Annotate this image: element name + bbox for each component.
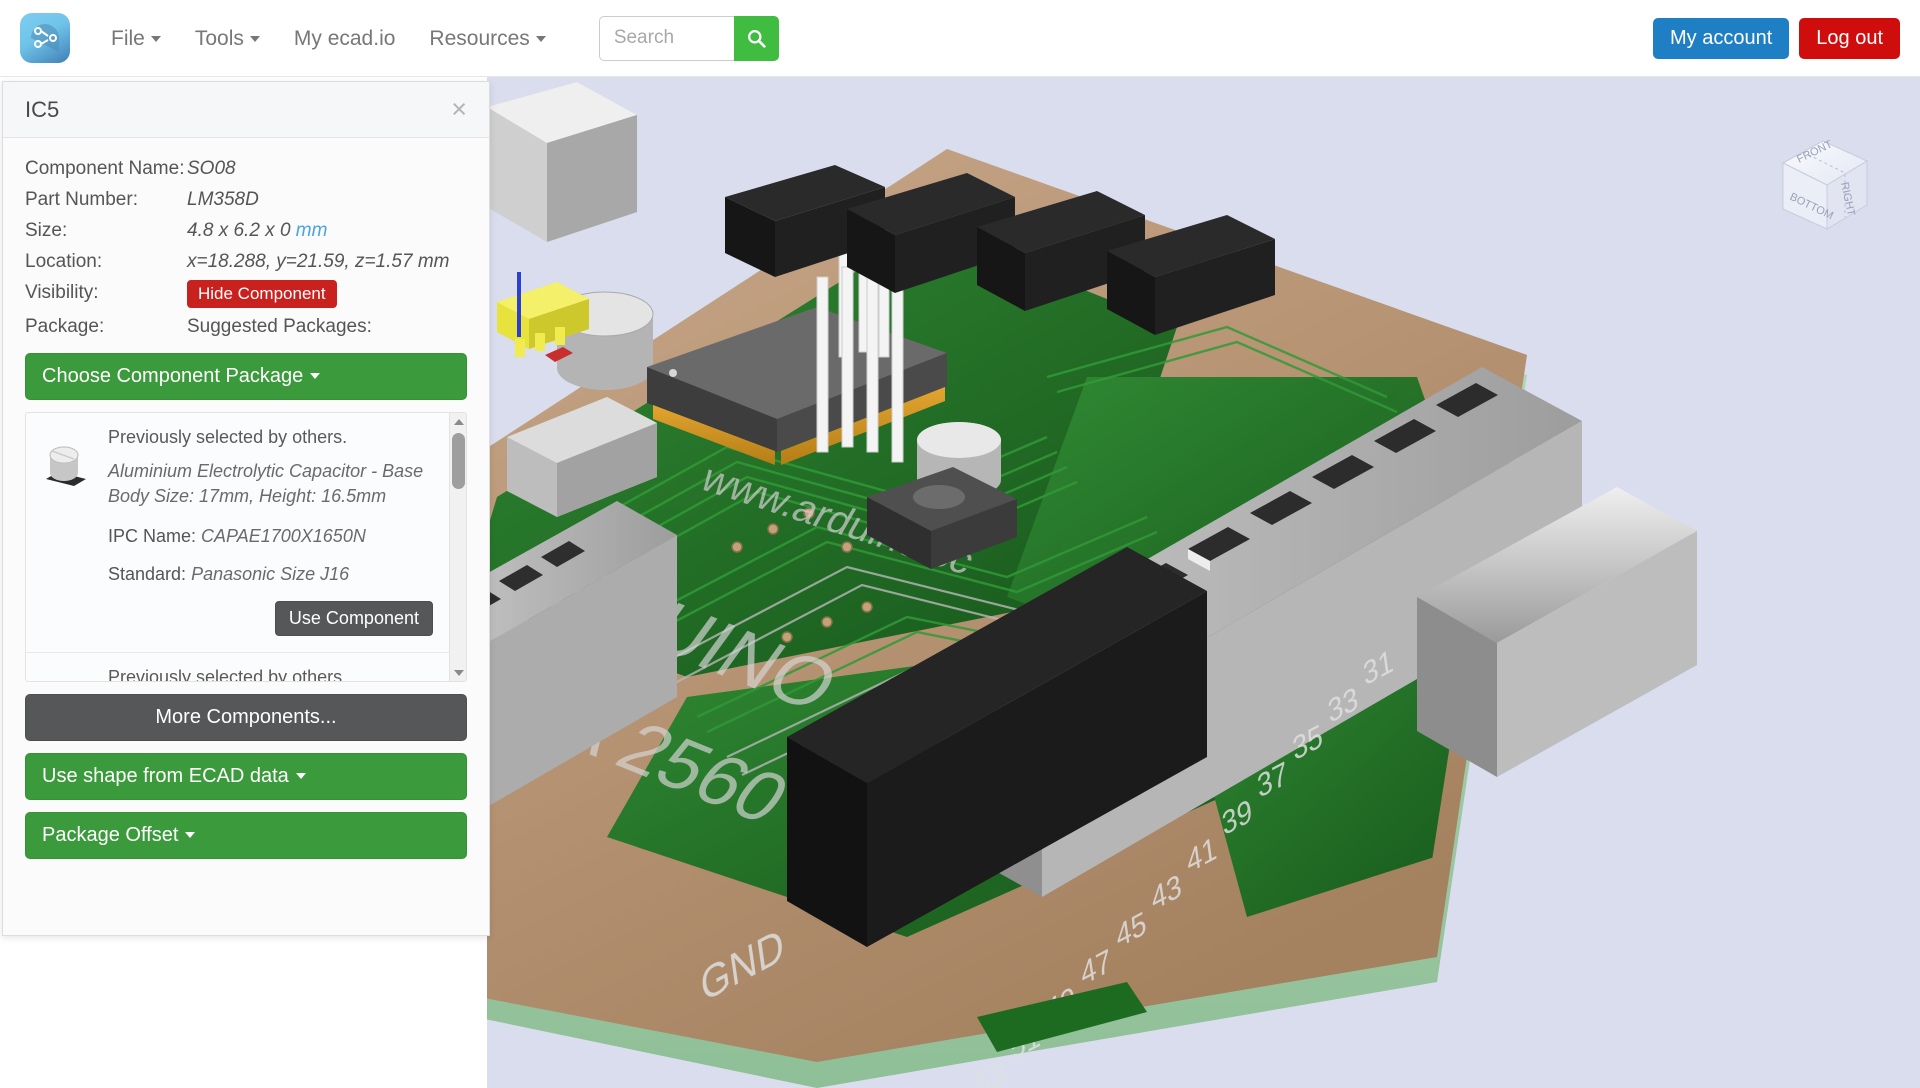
list-item[interactable]: Previously selected by others. Quad Flat… [26, 653, 449, 681]
ipc-name-label: IPC Name: [108, 526, 197, 546]
nav-item-my-ecad-io[interactable]: My ecad.io [277, 0, 413, 77]
electrolytic-capacitor-icon [42, 427, 98, 636]
previously-selected-text: Previously selected by others. [108, 667, 348, 681]
chevron-down-icon [249, 35, 260, 42]
size-value: 4.8 x 6.2 x 0 mm [187, 218, 467, 243]
qfn-package-icon [42, 667, 98, 681]
location-value: x=18.288, y=21.59, z=1.57 mm [187, 251, 450, 272]
search-input[interactable] [598, 15, 734, 61]
close-icon[interactable]: × [451, 96, 467, 123]
suggestion-content: Previously selected by others. Quad Flat… [98, 667, 433, 681]
package-offset-label: Package Offset [42, 824, 179, 846]
scrollbar-thumb[interactable] [452, 433, 465, 489]
component-details-panel: IC5 × Component Name: SO08 Part Number: … [2, 81, 490, 936]
chevron-down-icon [295, 773, 306, 779]
nav-item-file-label: File [111, 26, 145, 50]
top-navbar: File Tools My ecad.io Resources My accou… [0, 0, 1920, 77]
panel-title: IC5 [25, 96, 60, 122]
size-unit-link[interactable]: mm [296, 220, 328, 241]
use-shape-from-ecad-label: Use shape from ECAD data [42, 765, 289, 787]
primary-nav: File Tools My ecad.io Resources [94, 0, 563, 77]
log-out-button[interactable]: Log out [1799, 17, 1900, 59]
ipc-name-value: CAPAE1700X1650N [201, 526, 366, 546]
navbar-actions: My account Log out [1653, 17, 1900, 59]
scroll-down-icon[interactable] [450, 664, 466, 681]
package-label: Package: [25, 316, 105, 337]
component-name-value: SO08 [187, 158, 236, 179]
my-account-button[interactable]: My account [1653, 17, 1790, 59]
3d-viewport[interactable]: ARDUINO MEGA 2560 www.arduino.cc [487, 77, 1920, 1088]
search-form [598, 15, 779, 61]
suggested-packages-list[interactable]: Previously selected by others. Aluminium… [25, 412, 467, 682]
nav-item-tools[interactable]: Tools [178, 0, 277, 77]
list-item[interactable]: Previously selected by others. Aluminium… [26, 413, 449, 653]
package-description: Aluminium Electrolytic Capacitor - Base … [108, 461, 424, 506]
nav-item-tools-label: Tools [194, 26, 244, 50]
scroll-up-icon[interactable] [450, 413, 466, 430]
nav-item-resources-label: Resources [429, 26, 530, 50]
standard-row: Standard: Panasonic Size J16 [108, 564, 433, 585]
nav-item-my-ecad-io-label: My ecad.io [293, 26, 396, 50]
panel-header: IC5 × [3, 82, 489, 138]
choose-component-package-button[interactable]: Choose Component Package [25, 353, 467, 400]
part-number-value: LM358D [187, 189, 259, 210]
use-component-row: Use Component [108, 601, 433, 636]
chevron-down-icon [150, 35, 161, 42]
use-component-button[interactable]: Use Component [274, 601, 433, 636]
pcb-3d-render[interactable]: ARDUINO MEGA 2560 www.arduino.cc [487, 77, 1920, 1088]
standard-value: Panasonic Size J16 [191, 564, 350, 584]
search-button[interactable] [733, 15, 779, 61]
component-name-label: Component Name: [25, 158, 185, 179]
use-shape-from-ecad-button[interactable]: Use shape from ECAD data [25, 753, 467, 800]
nav-item-file[interactable]: File [94, 0, 178, 77]
part-number-label: Part Number: [25, 189, 138, 210]
ipc-name-row: IPC Name: CAPAE1700X1650N [108, 526, 433, 547]
ecad-logo-icon[interactable] [20, 13, 70, 63]
suggested-packages-scroller: Previously selected by others. Aluminium… [26, 413, 449, 681]
location-label: Location: [25, 251, 103, 272]
panel-body: Component Name: SO08 Part Number: LM358D… [3, 138, 489, 935]
size-label: Size: [25, 220, 68, 241]
more-components-button[interactable]: More Components... [25, 694, 467, 741]
package-value: Suggested Packages: [187, 316, 372, 337]
suggestion-content: Previously selected by others. Aluminium… [98, 427, 433, 636]
chevron-down-icon [535, 35, 546, 42]
nav-item-resources[interactable]: Resources [412, 0, 562, 77]
hide-component-button[interactable]: Hide Component [187, 280, 337, 308]
search-icon [747, 29, 766, 48]
component-info-grid: Component Name: SO08 Part Number: LM358D… [25, 156, 467, 339]
circuit-glyph-icon [31, 24, 59, 52]
chevron-down-icon [310, 373, 321, 379]
choose-component-package-label: Choose Component Package [42, 365, 304, 387]
size-number: 4.8 x 6.2 x 0 [187, 220, 291, 241]
list-scrollbar[interactable] [449, 413, 466, 681]
chevron-down-icon [185, 832, 196, 838]
visibility-label: Visibility: [25, 282, 99, 303]
visibility-value: Hide Component [187, 280, 467, 308]
standard-label: Standard: [108, 564, 187, 584]
previously-selected-text: Previously selected by others. [108, 427, 348, 447]
package-offset-button[interactable]: Package Offset [25, 812, 467, 859]
navigation-cube[interactable]: FRONT BOTTOM RIGHT [1765, 125, 1885, 245]
